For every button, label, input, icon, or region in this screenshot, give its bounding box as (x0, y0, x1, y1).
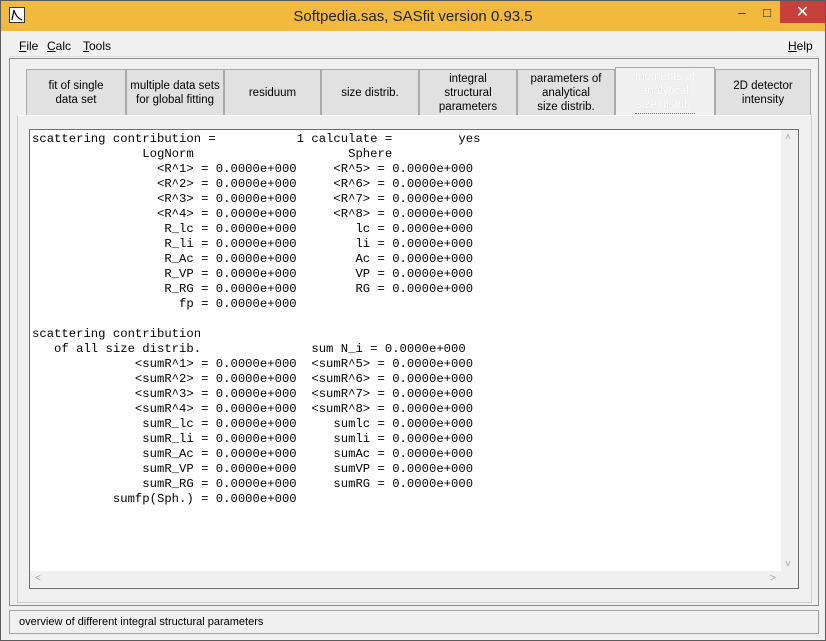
tab-fit-single[interactable]: fit of single data set (26, 69, 126, 115)
scroll-corner (781, 571, 798, 588)
scroll-down-icon[interactable]: ˅ (785, 559, 791, 570)
result-line: R_RG = 0.0000e+000 RG = 0.0000e+000 (32, 282, 474, 296)
tab-multiple-data-sets[interactable]: multiple data sets for global fitting (126, 69, 224, 115)
result-line: fp = 0.0000e+000 (32, 297, 297, 311)
results-text: scattering contribution = 1 calculate = … (32, 132, 480, 507)
maximize-button[interactable]: □ (753, 1, 781, 23)
tab-2d-detector[interactable]: 2D detector intensity (715, 69, 811, 115)
minimize-button[interactable]: – (728, 1, 756, 23)
menu-tools[interactable]: Tools (83, 39, 111, 53)
status-bar: overview of different integral structura… (9, 610, 819, 634)
result-line: R_Ac = 0.0000e+000 Ac = 0.0000e+000 (32, 252, 474, 266)
close-button[interactable]: ✕ (780, 1, 825, 23)
scroll-left-icon[interactable]: ˂ (35, 573, 41, 584)
result-line: sumfp(Sph.) = 0.0000e+000 (32, 492, 297, 506)
result-line: R_VP = 0.0000e+000 VP = 0.0000e+000 (32, 267, 474, 281)
result-line: scattering contribution (32, 327, 202, 341)
result-line: <sumR^1> = 0.0000e+000 <sumR^5> = 0.0000… (32, 357, 474, 371)
result-line: sumR_Ac = 0.0000e+000 sumAc = 0.0000e+00… (32, 447, 474, 461)
menu-file[interactable]: File (19, 39, 38, 53)
result-line: scattering contribution = 1 calculate = … (32, 132, 481, 146)
result-line: <R^3> = 0.0000e+000 <R^7> = 0.0000e+000 (32, 192, 474, 206)
menu-bar: File Calc Tools Help (9, 32, 819, 57)
main-window: Softpedia.sas, SASfit version 0.93.5 – □… (0, 0, 826, 641)
result-line: R_li = 0.0000e+000 li = 0.0000e+000 (32, 237, 474, 251)
tab-size-distrib[interactable]: size distrib. (321, 69, 419, 115)
title-bar[interactable]: Softpedia.sas, SASfit version 0.93.5 – □… (1, 1, 825, 31)
results-text-area[interactable]: scattering contribution = 1 calculate = … (29, 129, 799, 589)
menu-calc[interactable]: Calc (47, 39, 71, 53)
tab-integral-structural-parameters[interactable]: integral structural parameters (419, 69, 517, 115)
scroll-up-icon[interactable]: ˄ (785, 132, 791, 143)
menu-help[interactable]: Help (788, 39, 813, 53)
result-line: <R^1> = 0.0000e+000 <R^5> = 0.0000e+000 (32, 162, 474, 176)
status-text: overview of different integral structura… (19, 616, 264, 628)
result-line: sumR_RG = 0.0000e+000 sumRG = 0.0000e+00… (32, 477, 474, 491)
result-line: <R^2> = 0.0000e+000 <R^6> = 0.0000e+000 (32, 177, 474, 191)
result-line: sumR_VP = 0.0000e+000 sumVP = 0.0000e+00… (32, 462, 474, 476)
result-line: <sumR^4> = 0.0000e+000 <sumR^8> = 0.0000… (32, 402, 474, 416)
result-line: R_lc = 0.0000e+000 lc = 0.0000e+000 (32, 222, 474, 236)
tab-parameters-analytical[interactable]: parameters of analytical size distrib. (517, 69, 615, 115)
result-line: sumR_lc = 0.0000e+000 sumlc = 0.0000e+00… (32, 417, 474, 431)
result-line: sumR_li = 0.0000e+000 sumli = 0.0000e+00… (32, 432, 474, 446)
result-line: <sumR^3> = 0.0000e+000 <sumR^7> = 0.0000… (32, 387, 474, 401)
window-title: Softpedia.sas, SASfit version 0.93.5 (293, 8, 533, 25)
result-line: of all size distrib. sum N_i = 0.0000e+0… (32, 342, 466, 356)
tab-residuum[interactable]: residuum (224, 69, 321, 115)
horizontal-scrollbar[interactable]: ˂ ˃ (30, 571, 781, 588)
result-line: <R^4> = 0.0000e+000 <R^8> = 0.0000e+000 (32, 207, 474, 221)
tab-moments-analytical[interactable]: moments of analytical size distrib. (615, 67, 715, 115)
vertical-scrollbar[interactable]: ˄ ˅ (781, 130, 798, 572)
scroll-right-icon[interactable]: ˃ (770, 573, 776, 584)
result-line: <sumR^2> = 0.0000e+000 <sumR^6> = 0.0000… (32, 372, 474, 386)
result-line: LogNorm Sphere (32, 147, 393, 161)
